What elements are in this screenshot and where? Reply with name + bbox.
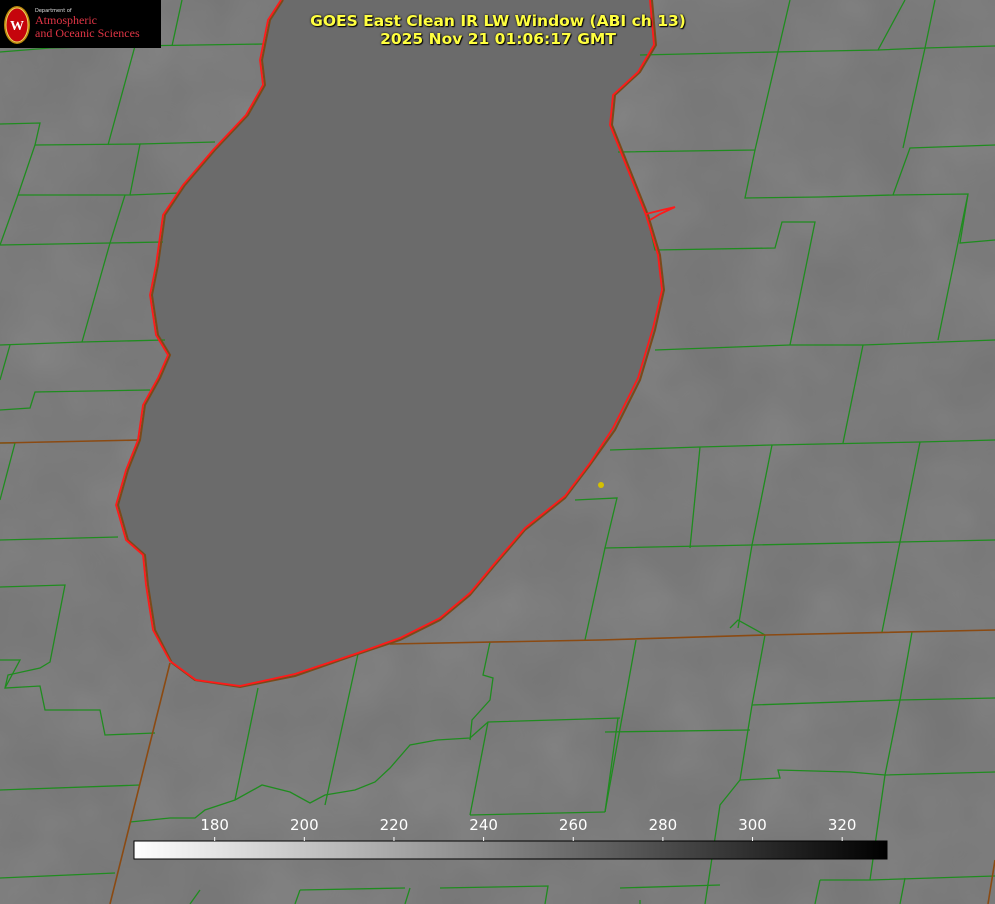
colorbar-tick-label: 320 [828, 816, 857, 834]
colorbar-tick-label: 200 [290, 816, 319, 834]
image-title: GOES East Clean IR LW Window (ABI ch 13)… [298, 12, 698, 48]
colorbar-gradient [133, 840, 888, 860]
title-timestamp-line: 2025 Nov 21 01:06:17 GMT [380, 30, 616, 48]
colorbar-tick-label: 260 [559, 816, 588, 834]
colorbar-tick-label: 300 [738, 816, 767, 834]
colorbar-tick-label: 280 [649, 816, 678, 834]
colorbar-tick-label: 240 [469, 816, 498, 834]
location-marker[interactable] [598, 482, 604, 488]
uw-seal-icon: W [4, 6, 30, 44]
satellite-map[interactable]: 180 200 220 240 260 280 300 320 [0, 0, 995, 904]
title-product-line: GOES East Clean IR LW Window (ABI ch 13) [310, 12, 686, 30]
uw-aos-logo: W Department of Atmospheric and Oceanic … [0, 0, 161, 48]
colorbar-tick-label: 220 [380, 816, 409, 834]
seal-letter: W [10, 19, 24, 34]
logo-name-line2: and Oceanic Sciences [35, 26, 140, 40]
colorbar-tick-label: 180 [200, 816, 229, 834]
